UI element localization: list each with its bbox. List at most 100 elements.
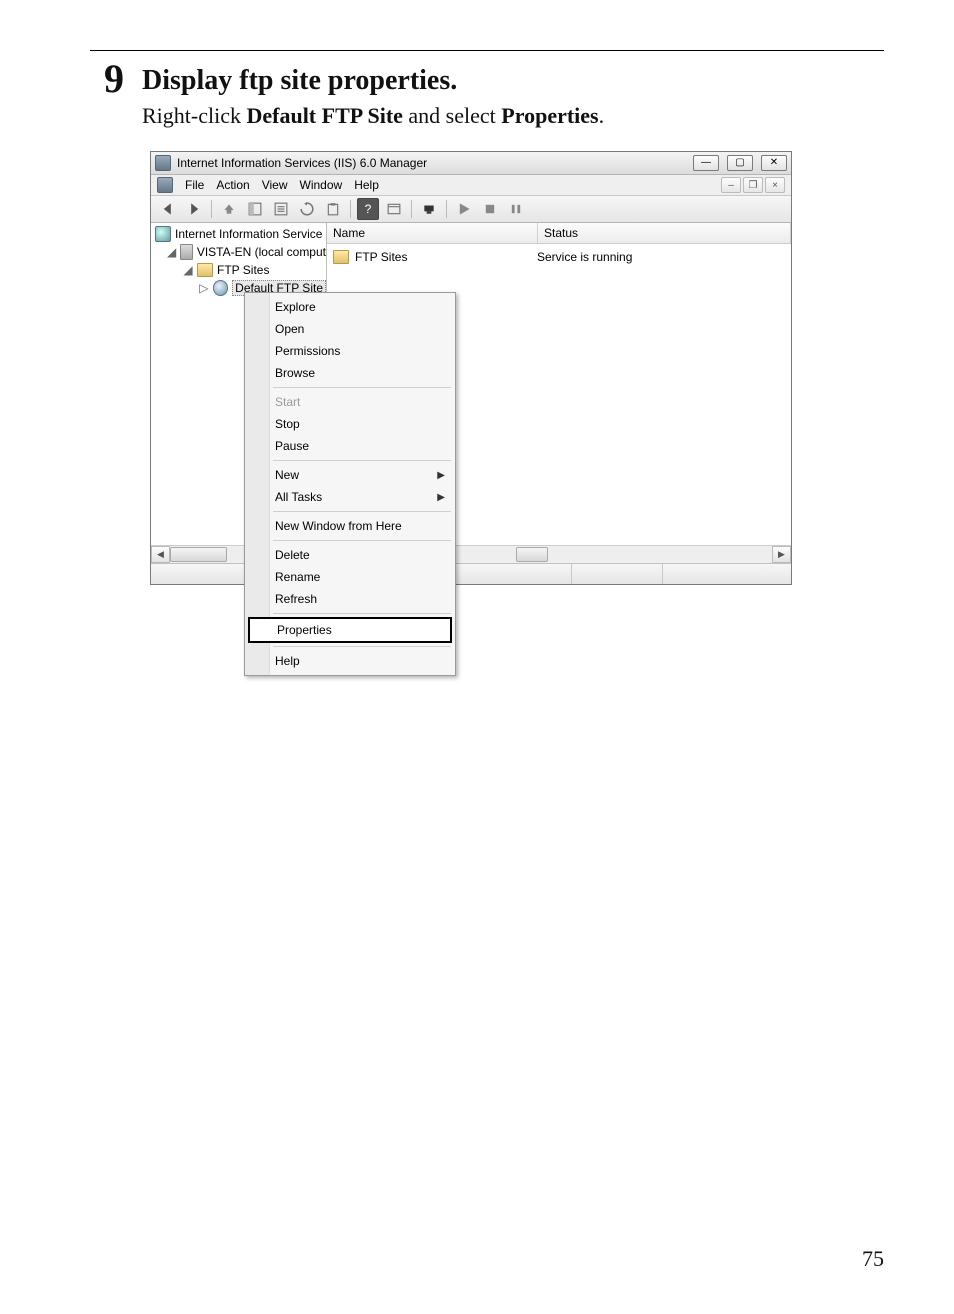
scroll-thumb[interactable]	[170, 547, 227, 562]
step-heading: 9 Display ftp site properties. Right-cli…	[90, 59, 884, 129]
step-sub-b1: Default FTP Site	[246, 103, 402, 128]
tree-server[interactable]: ◢ VISTA-EN (local comput	[153, 243, 326, 261]
step-sub-pre: Right-click	[142, 103, 246, 128]
ctx-explore[interactable]: Explore	[245, 296, 455, 318]
ctx-delete[interactable]: Delete	[245, 544, 455, 566]
scroll-right-button[interactable]: ▶	[772, 546, 791, 563]
screenshot-window: Internet Information Services (IIS) 6.0 …	[150, 151, 792, 585]
menu-bar: File Action View Window Help – ❐ ×	[151, 175, 791, 196]
start-button[interactable]	[453, 198, 475, 220]
mdi-restore-button[interactable]: ❐	[743, 177, 763, 193]
ctx-label: Refresh	[275, 592, 317, 606]
folder-icon	[197, 263, 213, 277]
console-icon	[157, 177, 173, 193]
list-header: Name Status	[327, 223, 791, 244]
ctx-label: Stop	[275, 417, 300, 431]
menu-file[interactable]: File	[185, 178, 204, 192]
ctx-rename[interactable]: Rename	[245, 566, 455, 588]
menu-window[interactable]: Window	[300, 178, 343, 192]
ctx-open[interactable]: Open	[245, 318, 455, 340]
mdi-minimize-button[interactable]: –	[721, 177, 741, 193]
toolbar: ?	[151, 196, 791, 223]
close-button[interactable]: ✕	[761, 155, 787, 171]
ctx-refresh[interactable]: Refresh	[245, 588, 455, 610]
toolbar-separator	[446, 200, 447, 218]
expand-icon[interactable]: ▷	[199, 281, 209, 295]
status-cell	[572, 564, 663, 584]
pause-button[interactable]	[505, 198, 527, 220]
up-button[interactable]	[218, 198, 240, 220]
col-status-header[interactable]: Status	[538, 223, 791, 243]
submenu-arrow-icon: ▶	[437, 470, 445, 481]
menu-view[interactable]: View	[262, 178, 288, 192]
document-page: 9 Display ftp site properties. Right-cli…	[0, 0, 954, 1314]
ctx-label: New	[275, 468, 299, 482]
step-number: 9	[90, 59, 124, 129]
collapse-icon[interactable]: ◢	[183, 263, 193, 277]
list-item-status-cell: Service is running	[531, 250, 791, 264]
refresh-button[interactable]	[296, 198, 318, 220]
step-sub-b2: Properties	[501, 103, 598, 128]
ctx-label: Browse	[275, 366, 315, 380]
maximize-button[interactable]: ▢	[727, 155, 753, 171]
ctx-permissions[interactable]: Permissions	[245, 340, 455, 362]
list-item[interactable]: FTP Sites Service is running	[327, 248, 791, 266]
tree-folder-label: FTP Sites	[217, 263, 269, 277]
step-text: Display ftp site properties. Right-click…	[142, 59, 604, 129]
tree-root-label: Internet Information Service	[175, 227, 322, 241]
mdi-close-button[interactable]: ×	[765, 177, 785, 193]
show-hide-tree-button[interactable]	[244, 198, 266, 220]
ctx-all-tasks[interactable]: All Tasks ▶	[245, 486, 455, 508]
ctx-label: Permissions	[275, 344, 340, 358]
scroll-left-button[interactable]: ◀	[151, 546, 170, 563]
ctx-label: All Tasks	[275, 490, 322, 504]
ctx-label: Explore	[275, 300, 316, 314]
ctx-stop[interactable]: Stop	[245, 413, 455, 435]
properties-button[interactable]	[270, 198, 292, 220]
forward-button[interactable]	[183, 198, 205, 220]
page-number: 75	[862, 1246, 884, 1272]
ctx-help[interactable]: Help	[245, 650, 455, 672]
ctx-new[interactable]: New ▶	[245, 464, 455, 486]
ctx-browse[interactable]: Browse	[245, 362, 455, 384]
ctx-start: Start	[245, 391, 455, 413]
menu-action[interactable]: Action	[216, 178, 249, 192]
submenu-arrow-icon: ▶	[437, 492, 445, 503]
help-button[interactable]: ?	[357, 198, 379, 220]
ctx-label: Pause	[275, 439, 309, 453]
ctx-properties[interactable]: Properties	[248, 617, 452, 643]
list-item-name: FTP Sites	[355, 250, 407, 264]
folder-icon	[333, 250, 349, 264]
toolbar-separator	[411, 200, 412, 218]
ctx-label: Open	[275, 322, 304, 336]
collapse-icon[interactable]: ◢	[167, 245, 176, 259]
ctx-separator	[273, 387, 451, 388]
stop-button[interactable]	[479, 198, 501, 220]
menu-help[interactable]: Help	[354, 178, 379, 192]
scroll-thumb[interactable]	[516, 547, 548, 562]
tree-root[interactable]: Internet Information Service	[153, 225, 326, 243]
toolbar-separator	[350, 200, 351, 218]
step-subtitle: Right-click Default FTP Site and select …	[142, 103, 604, 129]
ctx-new-window[interactable]: New Window from Here	[245, 515, 455, 537]
col-name-header[interactable]: Name	[327, 223, 538, 243]
connect-button[interactable]	[418, 198, 440, 220]
window-title: Internet Information Services (IIS) 6.0 …	[177, 156, 685, 170]
services-icon	[155, 226, 171, 242]
toolbar-separator	[211, 200, 212, 218]
back-button[interactable]	[157, 198, 179, 220]
site-icon	[213, 280, 229, 296]
list-item-name-cell: FTP Sites	[327, 250, 531, 264]
context-menu: Explore Open Permissions Browse Start St…	[244, 292, 456, 676]
server-icon	[180, 244, 193, 260]
ctx-separator	[273, 646, 451, 647]
window-button[interactable]	[383, 198, 405, 220]
ctx-pause[interactable]: Pause	[245, 435, 455, 457]
export-button[interactable]	[322, 198, 344, 220]
minimize-button[interactable]: —	[693, 155, 719, 171]
ctx-separator	[273, 511, 451, 512]
ctx-label: Help	[275, 654, 300, 668]
ctx-separator	[273, 460, 451, 461]
tree-ftp-sites[interactable]: ◢ FTP Sites	[153, 261, 326, 279]
top-rule	[90, 50, 884, 51]
